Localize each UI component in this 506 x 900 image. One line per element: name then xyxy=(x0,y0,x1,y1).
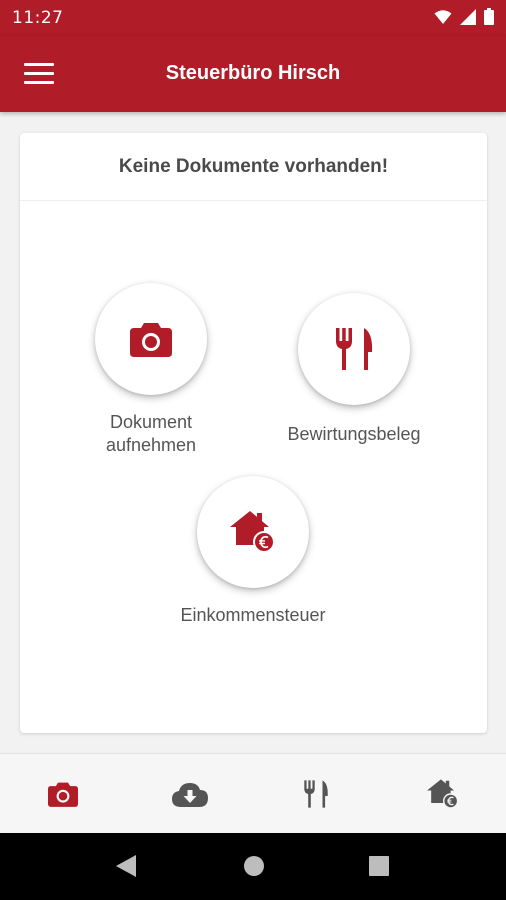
cloud-download-icon xyxy=(171,782,208,807)
status-bar: 11:27 xyxy=(0,0,506,36)
home-icon[interactable] xyxy=(243,855,265,877)
house-euro-icon xyxy=(230,511,275,553)
system-navigation-bar xyxy=(0,833,506,900)
back-icon[interactable] xyxy=(116,855,136,877)
capture-document-label: Dokument aufnehmen xyxy=(76,411,226,457)
document-card: Keine Dokumente vorhanden! Dokument aufn… xyxy=(20,133,487,733)
hospitality-receipt-label: Bewirtungsbeleg xyxy=(287,424,421,444)
empty-state-title: Keine Dokumente vorhanden! xyxy=(118,155,389,177)
status-time: 11:27 xyxy=(12,8,64,28)
nav-hospitality[interactable] xyxy=(253,754,380,833)
nav-income-tax[interactable] xyxy=(380,754,506,833)
fork-knife-icon xyxy=(304,779,329,808)
income-tax-circle[interactable] xyxy=(197,476,309,588)
status-icons xyxy=(434,8,494,25)
house-euro-icon xyxy=(426,778,459,809)
capture-document-circle[interactable] xyxy=(95,283,207,395)
capture-document-button[interactable]: Dokument aufnehmen xyxy=(76,283,226,457)
bottom-navigation xyxy=(0,753,506,833)
battery-icon xyxy=(484,8,494,25)
app-title: Steuerbüro Hirsch xyxy=(165,62,341,84)
recents-icon[interactable] xyxy=(369,856,389,876)
camera-icon xyxy=(130,323,172,357)
app-bar: Steuerbüro Hirsch xyxy=(0,36,506,112)
hospitality-receipt-button[interactable]: Bewirtungsbeleg xyxy=(274,293,434,446)
fork-knife-icon xyxy=(336,328,373,370)
card-header: Keine Dokumente vorhanden! xyxy=(20,133,487,201)
capture-document-label-line2: aufnehmen xyxy=(105,435,197,455)
capture-document-label-line1: Dokument xyxy=(109,412,193,432)
income-tax-button[interactable]: Einkommensteuer xyxy=(153,476,353,627)
camera-icon xyxy=(48,782,79,807)
nav-cloud-download[interactable] xyxy=(127,754,254,833)
income-tax-label: Einkommensteuer xyxy=(180,605,326,625)
signal-icon xyxy=(460,8,476,25)
wifi-icon xyxy=(434,9,452,24)
nav-camera[interactable] xyxy=(0,754,127,833)
hospitality-receipt-circle[interactable] xyxy=(298,293,410,405)
